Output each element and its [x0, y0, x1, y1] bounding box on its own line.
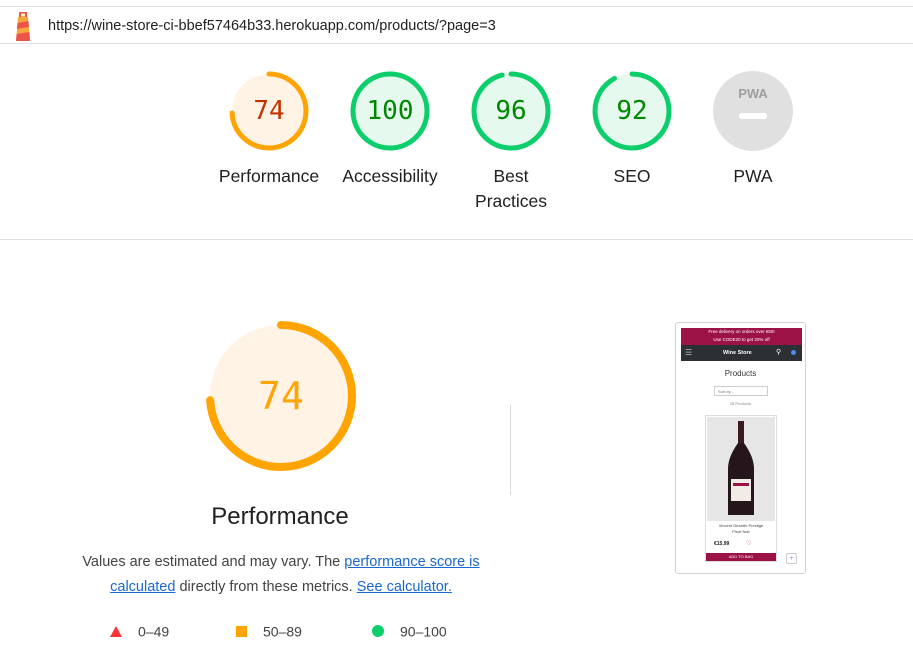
- site-brand: Wine Store: [723, 350, 752, 356]
- heart-icon: ♡: [746, 541, 752, 547]
- seo-score: 92: [616, 96, 648, 126]
- accessibility-label: Accessibility: [342, 166, 438, 186]
- vertical-divider: [510, 405, 511, 495]
- accessibility-score: 100: [366, 96, 414, 126]
- products-heading: Products: [724, 369, 757, 378]
- best-practices-label: Best Practices: [475, 166, 547, 211]
- bag-icon: [791, 350, 796, 355]
- triangle-icon: [110, 625, 122, 637]
- plus-icon: +: [786, 553, 797, 564]
- page-url[interactable]: https://wine-store-ci-bbef57464b33.herok…: [48, 18, 496, 34]
- promo-line-2: Use CODE20 to get 20% off: [713, 337, 770, 342]
- promo-line-1: Free delivery on orders over €50!: [708, 329, 775, 334]
- gauge-best-practices[interactable]: 96 Best Practices: [451, 70, 571, 214]
- product-price: €15.99: [714, 541, 730, 547]
- performance-label: Performance: [218, 166, 320, 186]
- sort-select: Sort by...: [714, 386, 768, 396]
- desc-mid: directly from these metrics.: [175, 579, 357, 595]
- performance-heading: Performance: [211, 503, 349, 530]
- best-practices-score: 96: [495, 96, 527, 126]
- score-gauges: 74 Performance 100 Accessibility 96 Best…: [0, 70, 913, 240]
- wine-bottle-image: [707, 417, 775, 521]
- add-to-bag-button: ADD TO BAG: [706, 553, 776, 561]
- performance-large-score: 74: [258, 374, 304, 418]
- gauge-seo[interactable]: 92 SEO: [572, 70, 692, 189]
- performance-description: Values are estimated and may vary. The p…: [72, 550, 490, 600]
- promo-banner: Free delivery on orders over €50! Use CO…: [681, 328, 802, 345]
- url-bar: https://wine-store-ci-bbef57464b33.herok…: [0, 6, 913, 44]
- lighthouse-icon: [16, 12, 30, 41]
- pwa-label: PWA: [733, 166, 773, 186]
- gauge-accessibility[interactable]: 100 Accessibility: [330, 70, 450, 189]
- legend-pass-text: 90–100: [400, 623, 447, 640]
- desc-prefix: Values are estimated and may vary. The: [82, 554, 345, 570]
- section-divider: [0, 239, 913, 240]
- see-calculator-link[interactable]: See calculator.: [357, 579, 452, 595]
- legend-average: 50–89: [236, 622, 302, 639]
- product-card: Vincent Girardin Prestige Pinot Noir €15…: [705, 415, 777, 562]
- product-count: 28 Products: [729, 401, 752, 406]
- gauge-pwa[interactable]: PWA PWA: [693, 70, 813, 189]
- menu-icon: ☰: [685, 348, 693, 357]
- legend-fail-text: 0–49: [138, 623, 170, 640]
- performance-score: 74: [253, 96, 285, 126]
- final-screenshot[interactable]: Free delivery on orders over €50! Use CO…: [675, 322, 806, 574]
- pwa-badge-text: PWA: [738, 86, 768, 101]
- search-icon: ⚲: [776, 349, 782, 356]
- pwa-badge-icon: PWA: [713, 71, 793, 151]
- legend-average-text: 50–89: [263, 623, 302, 640]
- product-name: Vincent Girardin Prestige Pinot Noir: [706, 523, 776, 535]
- legend-fail: 0–49: [110, 622, 169, 639]
- square-icon: [236, 625, 247, 637]
- gauge-performance[interactable]: 74 Performance: [209, 70, 329, 189]
- seo-label: SEO: [613, 166, 651, 186]
- product-subtitle: Pinot Noir: [732, 529, 750, 534]
- site-navbar: ☰ Wine Store ⚲: [681, 345, 802, 361]
- circle-icon: [372, 625, 384, 638]
- legend-pass: 90–100: [372, 622, 447, 639]
